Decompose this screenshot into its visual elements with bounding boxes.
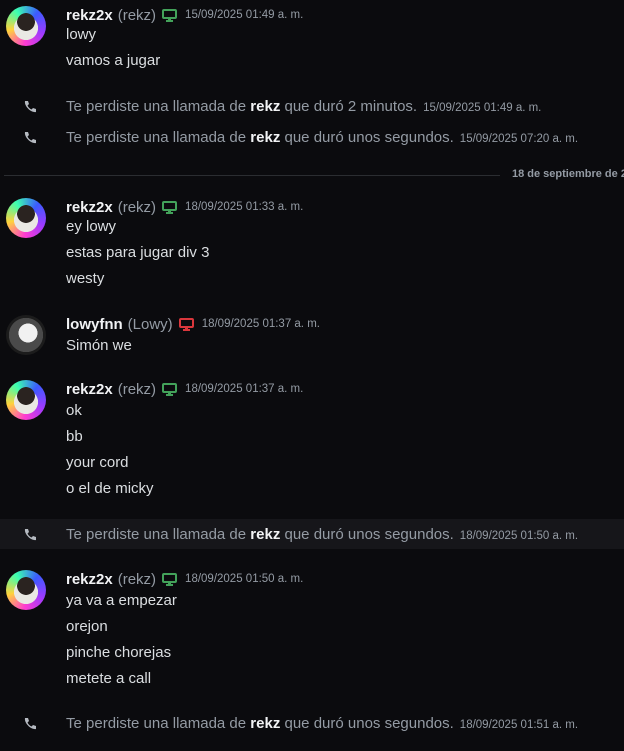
message-line: westy — [66, 270, 105, 287]
message-line: estas para jugar div 3 — [66, 244, 210, 261]
username[interactable]: rekz2x — [66, 381, 113, 398]
call-prefix: Te perdiste una llamada de — [66, 714, 251, 732]
date-divider-label: 18 de septiembre de 2 — [512, 168, 624, 180]
timestamp: 18/09/2025 01:37 a. m. — [201, 318, 320, 330]
call-prefix: Te perdiste una llamada de — [66, 128, 251, 146]
username[interactable]: rekz2x — [66, 571, 113, 588]
call-text: Te perdiste una llamada de rekz que duró… — [66, 715, 578, 732]
message-group: rekz2x (rekz) 18/09/2025 01:33 a. m. ey … — [0, 198, 624, 290]
message-line: ok — [66, 402, 82, 419]
message-line: orejon — [66, 618, 108, 635]
phone-icon — [22, 99, 38, 115]
phone-icon — [22, 527, 38, 543]
missed-call: Te perdiste una llamada de rekz que duró… — [0, 91, 624, 121]
message-header: rekz2x (rekz) 15/09/2025 01:49 a. m. — [66, 6, 303, 24]
message-header: lowyfnn (Lowy) 18/09/2025 01:37 a. m. — [66, 315, 320, 333]
message-line: o el de micky — [66, 480, 154, 497]
call-prefix: Te perdiste una llamada de — [66, 97, 251, 115]
caller-name[interactable]: rekz — [250, 526, 280, 543]
message-line: pinche chorejas — [66, 644, 172, 661]
call-suffix: que duró unos segundos. — [280, 525, 454, 543]
desktop-icon — [178, 317, 194, 331]
call-prefix: Te perdiste una llamada de — [66, 525, 251, 543]
call-suffix: que duró unos segundos. — [280, 128, 454, 146]
message-group: rekz2x (rekz) 15/09/2025 01:49 a. m. low… — [0, 6, 624, 72]
call-timestamp: 18/09/2025 01:51 a. m. — [459, 718, 579, 731]
timestamp: 18/09/2025 01:50 a. m. — [185, 573, 304, 585]
call-text: Te perdiste una llamada de rekz que duró… — [66, 129, 578, 146]
call-timestamp: 18/09/2025 01:50 a. m. — [459, 529, 579, 542]
message-line: ya va a empezar — [66, 592, 177, 609]
desktop-icon — [162, 200, 178, 214]
message-line: lowy — [66, 26, 97, 43]
timestamp: 15/09/2025 01:49 a. m. — [185, 9, 304, 21]
call-timestamp: 15/09/2025 07:20 a. m. — [459, 132, 579, 145]
phone-icon — [22, 716, 38, 732]
message-header: rekz2x (rekz) 18/09/2025 01:33 a. m. — [66, 198, 303, 216]
caller-name[interactable]: rekz — [250, 715, 280, 732]
message-line: your cord — [66, 454, 129, 471]
user-avatar[interactable] — [6, 6, 46, 46]
message-line: ey lowy — [66, 218, 117, 235]
desktop-icon — [162, 572, 178, 586]
phone-icon — [22, 130, 38, 146]
call-text: Te perdiste una llamada de rekz que duró… — [66, 98, 541, 115]
message-line: vamos a jugar — [66, 52, 161, 69]
nickname: (rekz) — [117, 198, 157, 216]
call-suffix: que duró unos segundos. — [280, 714, 454, 732]
timestamp: 18/09/2025 01:33 a. m. — [185, 201, 304, 213]
nickname: (rekz) — [117, 570, 157, 588]
message-group: rekz2x (rekz) 18/09/2025 01:50 a. m. ya … — [0, 570, 624, 688]
missed-call: Te perdiste una llamada de rekz que duró… — [0, 122, 624, 152]
message-group: lowyfnn (Lowy) 18/09/2025 01:37 a. m. Si… — [0, 315, 624, 357]
nickname: (Lowy) — [127, 315, 173, 333]
message-header: rekz2x (rekz) 18/09/2025 01:37 a. m. — [66, 380, 303, 398]
message-line: Simón we — [66, 337, 132, 354]
call-timestamp: 15/09/2025 01:49 a. m. — [423, 101, 542, 114]
divider-rule — [4, 175, 500, 176]
call-text: Te perdiste una llamada de rekz que duró… — [66, 526, 578, 543]
caller-name[interactable]: rekz — [250, 98, 280, 115]
nickname: (rekz) — [117, 380, 157, 398]
message-header: rekz2x (rekz) 18/09/2025 01:50 a. m. — [66, 570, 303, 588]
username[interactable]: rekz2x — [66, 7, 113, 24]
call-suffix: que duró 2 minutos. — [280, 97, 418, 115]
user-avatar[interactable] — [6, 380, 46, 420]
user-avatar[interactable] — [6, 315, 46, 355]
nickname: (rekz) — [117, 6, 157, 24]
desktop-icon — [162, 382, 178, 396]
missed-call: Te perdiste una llamada de rekz que duró… — [0, 519, 624, 549]
message-line: metete a call — [66, 670, 152, 687]
desktop-icon — [162, 8, 178, 22]
username[interactable]: lowyfnn — [66, 316, 123, 333]
message-group: rekz2x (rekz) 18/09/2025 01:37 a. m. ok … — [0, 380, 624, 498]
message-line: bb — [66, 428, 83, 445]
user-avatar[interactable] — [6, 198, 46, 238]
caller-name[interactable]: rekz — [250, 129, 280, 146]
timestamp: 18/09/2025 01:37 a. m. — [185, 383, 304, 395]
missed-call: Te perdiste una llamada de rekz que duró… — [0, 708, 624, 738]
username[interactable]: rekz2x — [66, 199, 113, 216]
date-divider: 18 de septiembre de 2 — [0, 167, 624, 183]
user-avatar[interactable] — [6, 570, 46, 610]
